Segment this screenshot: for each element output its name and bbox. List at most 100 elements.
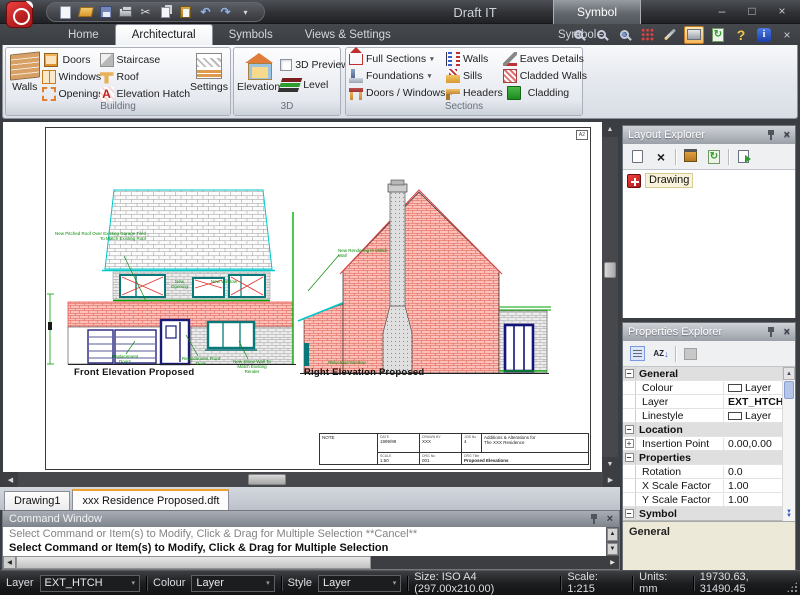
reload-layout-icon[interactable]: ↻ xyxy=(704,147,724,166)
scroll-right-icon[interactable]: ▶ xyxy=(606,556,619,569)
vertical-scroll-thumb[interactable] xyxy=(604,262,616,278)
scroll-up-icon[interactable]: ▲ xyxy=(602,122,618,137)
doors-button[interactable]: Doors xyxy=(42,51,100,68)
zoom-out-icon[interactable]: − xyxy=(592,26,610,44)
paste-icon[interactable] xyxy=(177,4,194,20)
command-horizontal-scrollbar[interactable]: ◀ ▶ xyxy=(3,556,619,569)
regenerate-icon[interactable]: ↻ xyxy=(709,26,727,44)
property-row-layer[interactable]: Layer EXT_HTCH xyxy=(623,395,795,409)
scroll-down-icon[interactable]: ▼ xyxy=(607,543,618,556)
scroll-thumb[interactable] xyxy=(784,381,794,399)
pin-icon[interactable] xyxy=(767,327,775,337)
close-button[interactable]: × xyxy=(772,2,792,19)
scroll-left-icon[interactable]: ◀ xyxy=(3,556,16,569)
new-layout-icon[interactable] xyxy=(627,147,647,166)
collapse-icon[interactable]: − xyxy=(625,425,634,434)
help-icon[interactable]: ? xyxy=(732,26,750,44)
drawing-canvas[interactable]: A2 New Pitched Roof Over Existing Garage… xyxy=(3,122,602,472)
command-prompt-line[interactable]: Select Command or Item(s) to Modify, Cli… xyxy=(3,541,619,555)
canvas-vertical-scrollbar[interactable]: ▲ ▼ xyxy=(602,122,618,472)
categorized-view-icon[interactable] xyxy=(627,344,647,363)
expand-icon[interactable]: + xyxy=(625,439,634,448)
scroll-left-icon[interactable]: ◀ xyxy=(3,472,18,487)
drawing-sheet[interactable]: A2 New Pitched Roof Over Existing Garage… xyxy=(45,127,591,470)
scroll-down-icon[interactable]: ▼ xyxy=(602,457,618,472)
elevation-hatch-button[interactable]: A Elevation Hatch xyxy=(100,85,191,102)
pin-icon[interactable] xyxy=(767,130,775,140)
property-row-x-scale[interactable]: X Scale Factor 1.00 xyxy=(623,479,795,493)
close-icon[interactable]: × xyxy=(784,129,790,141)
grid-points-icon[interactable] xyxy=(638,26,656,44)
open-icon[interactable] xyxy=(77,4,94,20)
canvas-horizontal-scrollbar[interactable]: ◀ ▶ xyxy=(3,472,618,487)
close-ribbon-icon[interactable]: × xyxy=(778,26,796,44)
layout-explorer-titlebar[interactable]: Layout Explorer × xyxy=(623,126,795,144)
sills-button[interactable]: Sills xyxy=(446,67,503,84)
category-general[interactable]: − General xyxy=(623,367,795,381)
tab-home[interactable]: Home xyxy=(52,24,115,45)
document-title-tab[interactable]: Symbol xyxy=(553,0,641,24)
property-row-colour[interactable]: Colour Layer xyxy=(623,381,795,395)
layout-tree[interactable]: Drawing xyxy=(623,170,795,318)
redo-icon[interactable]: ↷ xyxy=(217,4,234,20)
maximize-button[interactable]: □ xyxy=(742,2,762,19)
walls-button[interactable]: Walls xyxy=(8,49,42,102)
sketch-mode-icon[interactable] xyxy=(661,26,679,44)
property-row-rotation[interactable]: Rotation 0.0 xyxy=(623,465,795,479)
insert-layout-icon[interactable] xyxy=(733,147,753,166)
sort-alphabetical-icon[interactable]: AZ↓ xyxy=(651,344,671,363)
category-properties[interactable]: − Properties xyxy=(623,451,795,465)
minimize-button[interactable]: – xyxy=(712,2,732,19)
layer-dropdown[interactable]: EXT_HTCH ▾ xyxy=(40,575,141,592)
windows-button[interactable]: Windows xyxy=(42,68,100,85)
layout-tree-item-drawing[interactable]: Drawing xyxy=(627,173,693,188)
horizontal-scroll-thumb[interactable] xyxy=(16,556,371,569)
command-vertical-scrollbar[interactable]: ▲ ▼ xyxy=(606,527,619,556)
full-sections-button[interactable]: Full Sections ▾ xyxy=(349,50,446,67)
delete-layout-icon[interactable]: × xyxy=(651,147,671,166)
eaves-details-button[interactable]: Eaves Details xyxy=(503,50,587,67)
doors-windows-button[interactable]: Doors / Windows ▾ xyxy=(349,84,446,101)
checkbox-icon[interactable] xyxy=(280,59,292,71)
3d-preview-toggle[interactable]: 3D Preview xyxy=(280,55,349,75)
tab-symbols[interactable]: Symbols xyxy=(213,24,289,45)
new-icon[interactable] xyxy=(57,4,74,20)
command-window-titlebar[interactable]: Command Window × xyxy=(3,511,619,527)
app-logo-button[interactable] xyxy=(6,1,33,28)
scroll-up-icon[interactable]: ▲ xyxy=(783,367,795,380)
scroll-right-icon[interactable]: ▶ xyxy=(603,472,618,487)
property-row-insertion-point[interactable]: + Insertion Point 0.00,0.00 xyxy=(623,437,795,451)
style-dropdown[interactable]: Layer ▾ xyxy=(318,575,401,592)
tab-views-settings[interactable]: Views & Settings xyxy=(289,24,407,45)
collapse-icon[interactable]: − xyxy=(625,369,634,378)
property-row-linestyle[interactable]: Linestyle Layer xyxy=(623,409,795,423)
property-row-y-scale[interactable]: Y Scale Factor 1.00 xyxy=(623,493,795,507)
staircase-button[interactable]: Staircase xyxy=(100,51,191,68)
save-icon[interactable] xyxy=(97,4,114,20)
section-walls-button[interactable]: Walls xyxy=(446,50,503,67)
close-icon[interactable]: × xyxy=(784,326,790,338)
zoom-window-icon[interactable]: ∗ xyxy=(615,26,633,44)
category-symbol[interactable]: − Symbol xyxy=(623,507,795,521)
settings-button[interactable]: Settings xyxy=(190,49,228,102)
toolbar-overflow-icon[interactable]: ▾ xyxy=(237,4,254,20)
print-icon[interactable] xyxy=(117,4,134,20)
scroll-up-icon[interactable]: ▲ xyxy=(607,528,618,541)
level-button[interactable]: Level xyxy=(280,75,349,95)
cladding-button[interactable]: Cladding xyxy=(503,84,587,101)
colour-dropdown[interactable]: Layer ▾ xyxy=(191,575,274,592)
copy-icon[interactable] xyxy=(157,4,174,20)
roof-button[interactable]: Roof xyxy=(100,68,191,85)
collapse-icon[interactable]: − xyxy=(625,453,634,462)
scroll-down-icon[interactable]: ▼▼ xyxy=(783,507,795,521)
headers-button[interactable]: Headers xyxy=(446,84,503,101)
cladded-walls-button[interactable]: Cladded Walls xyxy=(503,67,587,84)
category-location[interactable]: − Location xyxy=(623,423,795,437)
cut-icon[interactable]: ✂ xyxy=(137,4,154,20)
collapse-icon[interactable]: − xyxy=(625,509,634,518)
symbol-tool-active-icon[interactable] xyxy=(684,26,704,44)
properties-explorer-titlebar[interactable]: Properties Explorer × xyxy=(623,323,795,341)
undo-icon[interactable]: ↶ xyxy=(197,4,214,20)
foundations-button[interactable]: Foundations ▾ xyxy=(349,67,446,84)
tab-architectural[interactable]: Architectural xyxy=(115,24,213,45)
